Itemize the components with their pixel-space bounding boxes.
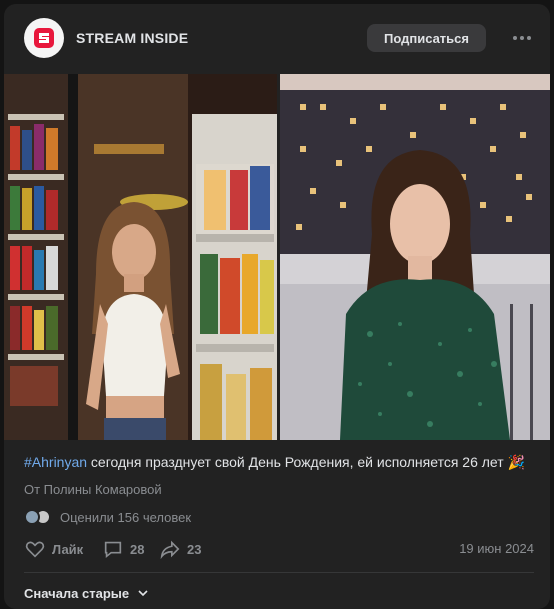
comment-icon (104, 541, 122, 559)
comment-button[interactable]: 28 (102, 538, 144, 560)
post-header: STREAM INSIDE Подписаться (4, 4, 550, 74)
comments-sort-dropdown[interactable]: Сначала старые (24, 584, 149, 602)
like-label: Лайк (52, 541, 84, 557)
subscribe-button[interactable]: Подписаться (367, 24, 486, 52)
post-photos (4, 74, 550, 440)
shares-count: 23 (187, 541, 202, 557)
post-date[interactable]: 19 июн 2024 (459, 541, 534, 556)
stream-inside-logo-icon (34, 28, 54, 48)
hashtag-link[interactable]: #Ahrinyan (24, 454, 87, 470)
comments-count: 28 (130, 541, 145, 557)
photo-green-dress[interactable] (280, 74, 550, 440)
more-dots-icon[interactable] (510, 28, 534, 48)
share-button[interactable]: 23 (159, 538, 201, 560)
like-button[interactable]: Лайк (24, 538, 83, 560)
liker-avatar (24, 509, 40, 525)
chevron-down-icon (138, 590, 148, 597)
community-avatar[interactable] (24, 18, 64, 58)
post-text: #Ahrinyan сегодня празднует свой День Ро… (24, 452, 539, 472)
post-actions: Лайк 28 23 19 июн 2024 (24, 538, 539, 560)
liked-by-row[interactable]: Оценили 156 человек (24, 508, 191, 526)
post-author[interactable]: От Полины Комаровой (24, 482, 162, 497)
post-card: STREAM INSIDE Подписаться #Ahrinyan сего… (4, 4, 550, 609)
post-body-text: сегодня празднует свой День Рождения, ей… (87, 454, 525, 470)
photo-shop-fridge[interactable] (4, 74, 277, 440)
sort-label: Сначала старые (24, 585, 130, 601)
community-name[interactable]: STREAM INSIDE (76, 30, 188, 46)
likes-count-text: Оценили 156 человек (60, 509, 192, 525)
share-icon (160, 540, 180, 560)
heart-icon (25, 541, 45, 558)
divider (24, 572, 534, 573)
